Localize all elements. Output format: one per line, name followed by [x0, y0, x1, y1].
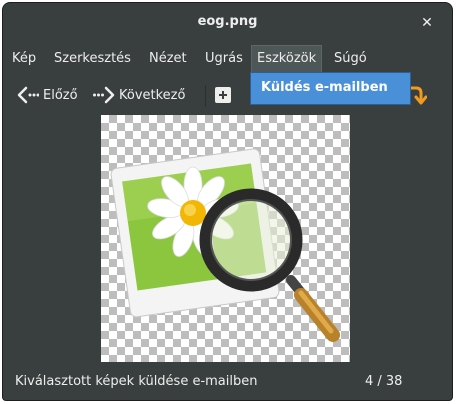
next-button[interactable]: Következő — [93, 83, 185, 107]
previous-label: Előző — [43, 87, 78, 103]
menu-eszkozok[interactable]: Eszközök — [251, 45, 323, 73]
status-bar: Kiválasztott képek küldése e-mailben 4 /… — [3, 365, 452, 397]
window-title: eog.png — [197, 14, 258, 29]
menu-ugras[interactable]: Ugrás — [200, 45, 248, 73]
tools-dropdown-menu: Küldés e-mailben — [250, 72, 411, 105]
toolbar-separator — [205, 85, 206, 107]
status-message: Kiválasztott képek küldése e-mailben — [15, 374, 258, 389]
send-email-menu-item[interactable]: Küldés e-mailben — [261, 80, 388, 95]
image-counter: 4 / 38 — [365, 374, 403, 389]
title-bar[interactable]: eog.png ✕ — [3, 3, 452, 43]
eog-logo-image — [110, 148, 340, 342]
menu-nezet[interactable]: Nézet — [144, 45, 192, 73]
close-icon[interactable]: ✕ — [417, 13, 437, 33]
previous-button[interactable]: Előző — [17, 83, 78, 107]
image-canvas[interactable] — [101, 115, 350, 362]
go-previous-icon — [17, 86, 39, 104]
go-next-icon — [93, 86, 115, 104]
menu-bar: Kép Szerkesztés Nézet Ugrás Eszközök Súg… — [3, 45, 452, 73]
menu-szerkesztes[interactable]: Szerkesztés — [49, 45, 136, 73]
menu-kep[interactable]: Kép — [7, 45, 41, 73]
eog-window: eog.png ✕ Kép Szerkesztés Nézet Ugrás Es… — [3, 3, 452, 400]
zoom-fit-icon[interactable] — [215, 87, 231, 103]
next-label: Következő — [119, 87, 186, 103]
menu-sugo[interactable]: Súgó — [329, 45, 372, 73]
